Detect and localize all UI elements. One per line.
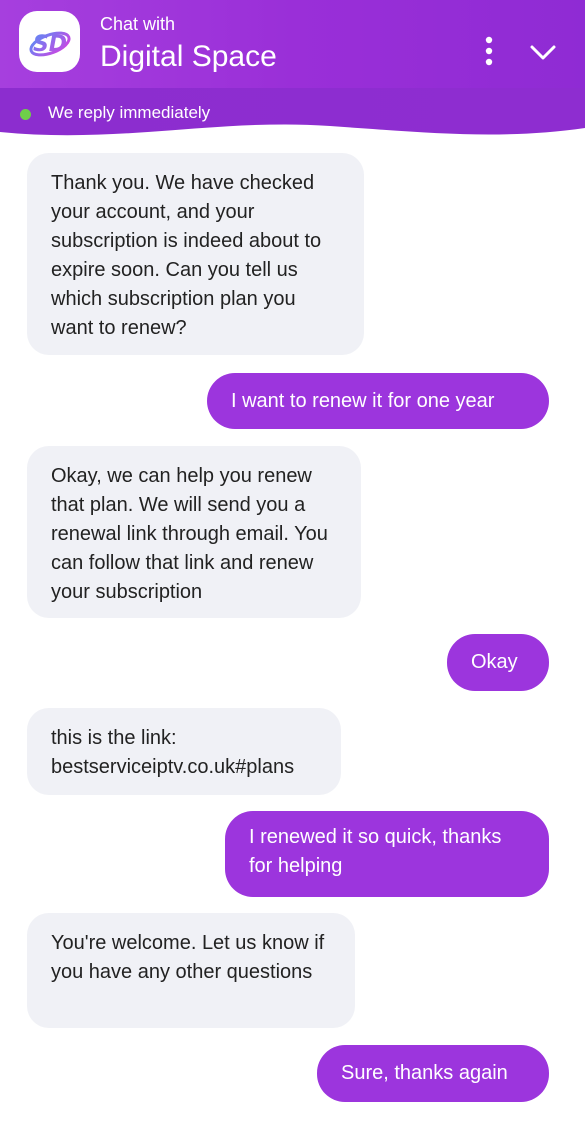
message-user: Sure, thanks again <box>317 1045 549 1102</box>
message-bot: Thank you. We have checked your account,… <box>27 153 364 355</box>
brand-logo: SD <box>19 11 80 72</box>
online-indicator <box>20 109 31 120</box>
header-subtitle: Chat with <box>100 14 176 34</box>
message-user: I renewed it so quick, thanks for helpin… <box>225 811 549 897</box>
header-title: Digital Space <box>100 40 277 73</box>
message-bot: Okay, we can help you renew that plan. W… <box>27 446 361 618</box>
message-user: Okay <box>447 634 549 691</box>
message-bot: You're welcome. Let us know if you have … <box>27 913 355 1028</box>
message-bot: this is the link: bestserviceiptv.co.uk#… <box>27 708 341 795</box>
more-vertical-icon[interactable] <box>478 34 500 70</box>
logo-mark: SD <box>28 31 71 57</box>
svg-text:SD: SD <box>32 32 66 57</box>
status-text: We reply immediately <box>48 103 211 122</box>
chevron-down-icon[interactable] <box>527 40 559 64</box>
message-user: I want to renew it for one year <box>207 373 549 429</box>
